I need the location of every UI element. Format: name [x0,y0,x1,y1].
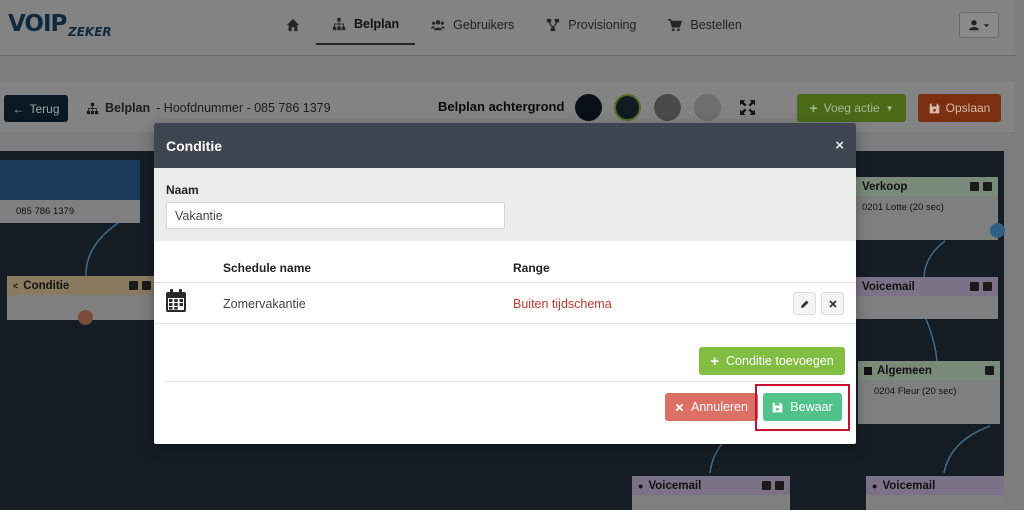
calendar-icon [166,289,186,312]
range-cell: Buiten tijdschema [513,297,612,311]
cancel-button-label: Annuleren [691,400,748,414]
add-condition-label: Conditie toevoegen [726,354,834,368]
name-label: Naam [166,183,199,197]
times-icon [675,403,684,411]
delete-row-button[interactable] [821,292,844,315]
table-header-divider [154,282,856,283]
name-section: Naam [154,168,856,241]
close-icon[interactable]: × [835,137,844,154]
modal-title: Conditie [166,137,222,154]
table-row-divider [154,323,856,324]
modal-overlay: Conditie × Naam Schedule name Range Zome… [0,0,1024,510]
col-schedule-name: Schedule name [223,261,312,275]
add-condition-button[interactable]: + Conditie toevoegen [699,347,845,375]
condition-modal: Conditie × Naam Schedule name Range Zome… [154,123,856,444]
col-range: Range [513,261,550,275]
save-button-highlight [755,384,850,431]
footer-divider [164,381,846,382]
cancel-button[interactable]: Annuleren [665,393,758,421]
times-icon [828,299,837,308]
schedule-name-cell: Zomervakantie [223,297,306,311]
edit-row-button[interactable] [793,292,816,315]
modal-header: Conditie × [154,123,856,168]
plus-icon: + [710,352,720,370]
pencil-icon [800,300,808,308]
name-input[interactable] [166,202,505,229]
